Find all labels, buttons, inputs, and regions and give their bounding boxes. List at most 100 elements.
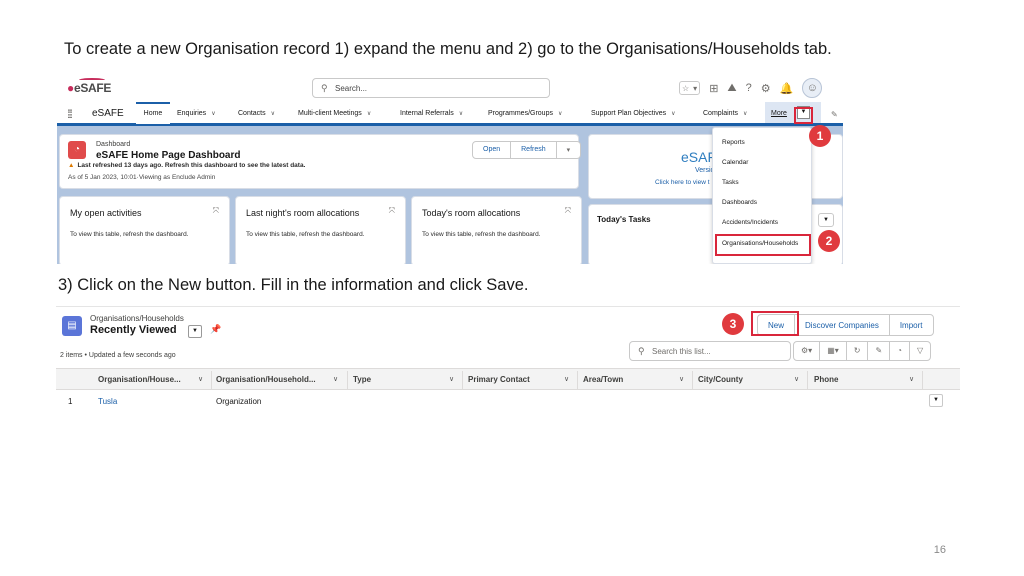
dashboard-as-of: As of 5 Jan 2023, 10:01·Viewing as Enclu… <box>68 174 216 181</box>
menu-item-reports[interactable]: Reports <box>722 139 745 146</box>
logo-arc <box>79 78 105 82</box>
chevron-down-icon[interactable]: ∨ <box>743 111 747 117</box>
edit-list-pencil-icon[interactable]: ✎ <box>868 342 891 360</box>
filter-icon[interactable]: ▽ <box>910 342 930 360</box>
chevron-down-icon[interactable]: ▼ <box>818 213 834 227</box>
column-header[interactable]: City/County <box>698 375 743 384</box>
tab-enquiries[interactable]: Enquiries ∨ <box>177 102 216 124</box>
star-icon[interactable]: ☆ <box>680 84 691 93</box>
app-launcher-icon[interactable]: ⁞⁞⁞ <box>67 107 73 121</box>
menu-item-tasks[interactable]: Tasks <box>722 179 739 186</box>
column-divider[interactable] <box>462 371 463 389</box>
chevron-down-icon[interactable]: ∨ <box>449 375 454 383</box>
chevron-down-icon[interactable]: ∨ <box>794 375 799 383</box>
column-divider[interactable] <box>807 371 808 389</box>
row-actions-dropdown-icon[interactable]: ▼ <box>929 394 943 407</box>
search-icon: ⚲ <box>321 83 328 93</box>
object-label: Organisations/Households <box>90 314 184 323</box>
menu-item-dashboards[interactable]: Dashboards <box>722 199 757 206</box>
notification-bell-icon[interactable]: 🔔 <box>780 82 794 95</box>
component-body: To view this table, refresh the dashboar… <box>246 231 365 238</box>
column-header[interactable]: Organisation/House... <box>98 375 181 384</box>
edit-nav-pencil-icon[interactable]: ✎ <box>831 110 838 119</box>
table-row: 1 Tusla Organization ▼ <box>56 391 960 411</box>
open-button[interactable]: Open <box>473 142 512 158</box>
list-settings-gear-icon[interactable]: ⚙▾ <box>794 342 821 360</box>
chevron-down-icon[interactable]: ∨ <box>459 111 463 117</box>
tab-label: Contacts <box>238 110 266 117</box>
chevron-down-icon[interactable]: ∨ <box>564 375 569 383</box>
esafe-link[interactable]: Click here to view t <box>655 179 710 186</box>
chevron-down-icon[interactable]: ∨ <box>558 111 562 117</box>
tab-home[interactable]: Home <box>136 102 170 124</box>
column-header[interactable]: Primary Contact <box>468 375 530 384</box>
star-dropdown-icon[interactable]: ▾ <box>691 84 699 93</box>
chevron-down-icon[interactable]: ∨ <box>271 111 275 117</box>
avatar-icon[interactable]: ☺ <box>802 78 823 98</box>
list-view-dropdown-icon[interactable]: ▼ <box>188 325 202 338</box>
column-header[interactable]: Organisation/Household... <box>216 375 316 384</box>
step-badge-3: 3 <box>722 313 744 335</box>
warning-icon: ▲ <box>68 162 75 169</box>
list-meta: 2 items • Updated a few seconds ago <box>60 352 176 359</box>
expand-icon[interactable]: ⤧ <box>213 206 219 216</box>
column-divider[interactable] <box>211 371 212 389</box>
search-placeholder: Search this list... <box>652 347 711 356</box>
annotation-highlight-new <box>751 311 799 336</box>
column-divider[interactable] <box>347 371 348 389</box>
chevron-down-icon[interactable]: ∨ <box>333 375 338 383</box>
row-number: 1 <box>68 397 73 406</box>
expand-icon[interactable]: ⤧ <box>389 206 395 216</box>
expand-icon[interactable]: ⤧ <box>565 206 571 216</box>
step-badge-1: 1 <box>809 125 831 147</box>
menu-item-calendar[interactable]: Calendar <box>722 159 748 166</box>
trailhead-icon[interactable]: ⛰ <box>727 82 736 95</box>
refresh-icon[interactable]: ↻ <box>847 342 869 360</box>
annotation-highlight-more <box>794 107 813 124</box>
table-header: Organisation/House... ∨ Organisation/Hou… <box>56 368 960 390</box>
tab-complaints[interactable]: Complaints ∨ <box>703 102 747 124</box>
dashboard-header-card: ◔ Dashboard eSAFE Home Page Dashboard ▲ L… <box>59 134 582 189</box>
column-header[interactable]: Phone <box>814 375 838 384</box>
search-placeholder: Search... <box>335 84 368 93</box>
column-divider[interactable] <box>577 371 578 389</box>
discover-companies-button[interactable]: Discover Companies <box>795 315 890 335</box>
pin-icon[interactable]: 📌 <box>210 324 221 335</box>
record-name-link[interactable]: Tusla <box>98 397 117 406</box>
chevron-down-icon[interactable]: ∨ <box>679 375 684 383</box>
column-header[interactable]: Area/Town <box>583 375 623 384</box>
chevron-down-icon[interactable]: ∨ <box>909 375 914 383</box>
list-search-input[interactable]: ⚲ Search this list... <box>629 341 791 361</box>
tab-support-plan-objectives[interactable]: Support Plan Objectives ∨ <box>591 102 676 124</box>
chevron-down-icon[interactable]: ∨ <box>211 111 215 117</box>
favorites-control[interactable]: ☆ ▾ <box>679 81 701 95</box>
tab-programmes-groups[interactable]: Programmes/Groups ∨ <box>488 102 562 124</box>
add-icon[interactable]: ⊞ <box>709 82 718 95</box>
charts-icon[interactable]: ◔ <box>890 342 911 360</box>
menu-item-accidents-incidents[interactable]: Accidents/Incidents <box>722 219 778 226</box>
display-as-table-icon[interactable]: ▦▾ <box>820 342 847 360</box>
global-search-input[interactable]: ⚲ Search... <box>312 78 550 98</box>
chevron-down-icon[interactable]: ∨ <box>671 111 675 117</box>
tab-internal-referrals[interactable]: Internal Referrals ∨ <box>400 102 463 124</box>
warning-text: Last refreshed 13 days ago. Refresh this… <box>77 162 306 169</box>
help-icon[interactable]: ? <box>746 82 752 94</box>
column-divider[interactable] <box>692 371 693 389</box>
chevron-down-icon[interactable]: ∨ <box>198 375 203 383</box>
esafe-logo[interactable]: ●eSAFE <box>67 78 111 95</box>
import-button[interactable]: Import <box>890 315 933 335</box>
component-title: Last night's room allocations <box>246 208 360 218</box>
setup-gear-icon[interactable]: ⚙ <box>761 82 771 95</box>
chevron-down-icon[interactable]: ∨ <box>367 111 371 117</box>
logo-mark: ● <box>67 81 74 95</box>
tab-contacts[interactable]: Contacts ∨ <box>238 102 275 124</box>
chevron-down-icon[interactable]: ▾ <box>557 142 581 158</box>
list-view-name[interactable]: Recently Viewed <box>90 324 177 336</box>
global-header: ●eSAFE ⚲ Search... ☆ ▾ ⊞ ⛰ ? ⚙ 🔔 ☺ <box>57 74 843 102</box>
refresh-button[interactable]: Refresh <box>511 142 557 158</box>
column-header[interactable]: Type <box>353 375 371 384</box>
more-dropdown-menu: Reports Calendar Tasks Dashboards Accide… <box>712 127 812 264</box>
column-divider[interactable] <box>922 371 923 389</box>
tab-multi-client-meetings[interactable]: Multi-client Meetings ∨ <box>298 102 371 124</box>
refresh-warning: ▲ Last refreshed 13 days ago. Refresh thi… <box>68 162 305 169</box>
